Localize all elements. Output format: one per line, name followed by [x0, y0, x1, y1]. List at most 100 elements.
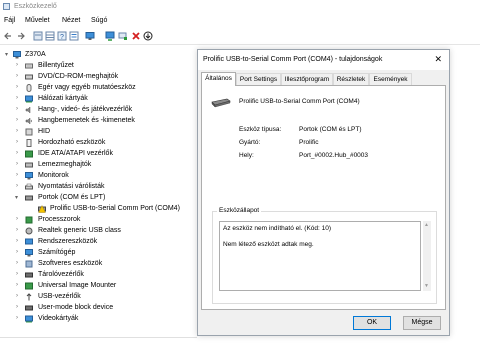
scroll-down-icon[interactable]: ▼ — [424, 283, 429, 289]
forward-icon[interactable] — [16, 31, 26, 41]
menu-file[interactable]: Fájl — [4, 17, 15, 24]
expand-arrow-icon[interactable]: › — [16, 315, 18, 321]
menu-action[interactable]: Művelet — [25, 17, 50, 24]
expand-arrow-icon[interactable]: › — [16, 293, 18, 299]
expand-arrow-icon[interactable]: › — [16, 95, 18, 101]
expand-arrow-icon[interactable]: › — [16, 117, 18, 123]
tab-driver[interactable]: Illesztőprogram — [281, 73, 333, 85]
tree-item-network[interactable]: › Hálózati kártyák — [0, 94, 200, 105]
update-driver-icon[interactable] — [105, 31, 115, 41]
expand-arrow-icon[interactable]: › — [16, 238, 18, 244]
expand-arrow-icon[interactable]: › — [16, 227, 18, 233]
location-value: Port_#0002.Hub_#0003 — [299, 152, 369, 159]
tree-item-label: Tárolóvezérlők — [38, 271, 84, 278]
expand-arrow-icon[interactable]: › — [16, 150, 18, 156]
processor-icon — [25, 216, 33, 224]
device-status-textbox[interactable]: Az eszköz nem indítható el. (Kód: 10) Ne… — [219, 221, 421, 291]
tree-item-mouse[interactable]: › Egér vagy egyéb mutatóeszköz — [0, 83, 200, 94]
manufacturer-label: Gyártó: — [239, 139, 261, 146]
expand-arrow-icon[interactable]: › — [16, 161, 18, 167]
tree-item-monitors[interactable]: › Monitorok — [0, 171, 200, 182]
expand-arrow-icon[interactable]: › — [16, 183, 18, 189]
tab-details[interactable]: Részletek — [333, 73, 369, 85]
tree-item-system-devices[interactable]: › Rendszereszközök — [0, 237, 200, 248]
ide-controller-icon — [25, 150, 33, 158]
back-icon[interactable] — [3, 31, 13, 41]
expand-arrow-icon[interactable]: › — [16, 216, 18, 222]
display-adapter-icon — [25, 315, 33, 323]
tree-root-label: Z370A — [25, 51, 46, 58]
tree-item-prolific-com4[interactable]: Prolific USB-to-Serial Comm Port (COM4) — [0, 204, 200, 215]
tree-item-portable[interactable]: › Hordozható eszközök — [0, 138, 200, 149]
tab-general[interactable]: Általános — [201, 72, 236, 86]
port-icon — [25, 195, 33, 201]
collapse-arrow-icon[interactable]: ▾ — [15, 194, 18, 201]
tree-item-label: Számítógép — [38, 249, 76, 256]
tree-item-ide[interactable]: › IDE ATA/ATAPI vezérlők — [0, 149, 200, 160]
expand-arrow-icon[interactable]: › — [16, 128, 18, 134]
tree-item-audio-io[interactable]: › Hangbemenetek és -kimenetek — [0, 116, 200, 127]
help-icon[interactable]: ? — [57, 31, 67, 41]
tree-item-label: Nyomtatási várólisták — [38, 183, 105, 190]
title-bar: Eszközkezelő — [0, 0, 480, 14]
menu-help[interactable]: Súgó — [91, 17, 107, 24]
tree-item-sound[interactable]: › Hang-, videó- és játékvezérlők — [0, 105, 200, 116]
tab-events[interactable]: Események — [369, 73, 412, 85]
tree-root[interactable]: ▾ Z370A — [0, 50, 200, 61]
tree-item-computer[interactable]: › Számítógép — [0, 248, 200, 259]
tree-item-realtek-usb[interactable]: › Realtek generic USB class — [0, 226, 200, 237]
tree-item-dvd[interactable]: › DVD/CD-ROM-meghajtók — [0, 72, 200, 83]
tree-item-print-queues[interactable]: › Nyomtatási várólisták — [0, 182, 200, 193]
tree-item-video-cards[interactable]: › Videokártyák — [0, 314, 200, 325]
expand-arrow-icon[interactable]: › — [16, 73, 18, 79]
tree-item-label: Processzorok — [38, 216, 81, 223]
tree-item-label: Lemezmeghajtók — [38, 161, 92, 168]
tree-item-processors[interactable]: › Processzorok — [0, 215, 200, 226]
tab-port-settings[interactable]: Port Settings — [236, 73, 281, 85]
expand-arrow-icon[interactable]: › — [16, 62, 18, 68]
device-view-icon[interactable] — [33, 31, 43, 41]
dialog-tabs: Általános Port Settings Illesztőprogram … — [201, 72, 446, 86]
tree-item-usb-controllers[interactable]: › USB-vezérlők — [0, 292, 200, 303]
tree-item-label: Hordozható eszközök — [38, 139, 106, 146]
tree-item-user-mode-block[interactable]: › User-mode block device — [0, 303, 200, 314]
close-icon[interactable]: ✕ — [434, 54, 442, 65]
expand-arrow-icon[interactable]: › — [16, 172, 18, 178]
dialog-title-bar[interactable]: Prolific USB-to-Serial Comm Port (COM4) … — [198, 50, 449, 70]
monitor-icon — [25, 172, 33, 180]
tree-item-universal-image-mounter[interactable]: › Universal Image Mounter — [0, 281, 200, 292]
collapse-arrow-icon[interactable]: ▾ — [5, 51, 8, 58]
ok-button[interactable]: OK — [353, 316, 391, 330]
device-manager-app-icon — [3, 3, 10, 10]
tree-item-storage-controllers[interactable]: › Tárolóvezérlők — [0, 270, 200, 281]
expand-arrow-icon[interactable]: › — [16, 249, 18, 255]
software-device-icon — [25, 260, 33, 268]
expand-arrow-icon[interactable]: › — [16, 84, 18, 90]
scan-hardware-icon[interactable] — [118, 31, 128, 41]
device-type-label: Eszköz típusa: — [239, 126, 282, 133]
tree-item-software-devices[interactable]: › Szoftveres eszközök — [0, 259, 200, 270]
tree-item-label: USB-vezérlők — [38, 293, 81, 300]
cancel-button[interactable]: Mégse — [403, 316, 441, 330]
expand-arrow-icon[interactable]: › — [16, 271, 18, 277]
menu-view[interactable]: Nézet — [62, 17, 80, 24]
expand-arrow-icon[interactable]: › — [16, 139, 18, 145]
properties-icon[interactable] — [69, 31, 79, 41]
download-icon[interactable] — [143, 31, 153, 41]
grid-view-icon[interactable] — [45, 31, 55, 41]
tree-item-disk[interactable]: › Lemezmeghajtók — [0, 160, 200, 171]
tree-item-billentyuzet[interactable]: › Billentyűzet — [0, 61, 200, 72]
expand-arrow-icon[interactable]: › — [16, 282, 18, 288]
window-title: Eszközkezelő — [14, 3, 57, 10]
status-scrollbar[interactable]: ▲ ▼ — [423, 221, 431, 291]
tree-item-label: Portok (COM és LPT) — [38, 194, 106, 201]
monitor-icon[interactable] — [85, 31, 95, 41]
tree-item-label: Egér vagy egyéb mutatóeszköz — [38, 84, 136, 91]
expand-arrow-icon[interactable]: › — [16, 304, 18, 310]
tree-item-ports[interactable]: ▾ Portok (COM és LPT) — [0, 193, 200, 204]
expand-arrow-icon[interactable]: › — [16, 106, 18, 112]
tree-item-hid[interactable]: › HID — [0, 127, 200, 138]
scroll-up-icon[interactable]: ▲ — [424, 222, 429, 228]
expand-arrow-icon[interactable]: › — [16, 260, 18, 266]
disable-device-icon[interactable] — [131, 31, 141, 41]
